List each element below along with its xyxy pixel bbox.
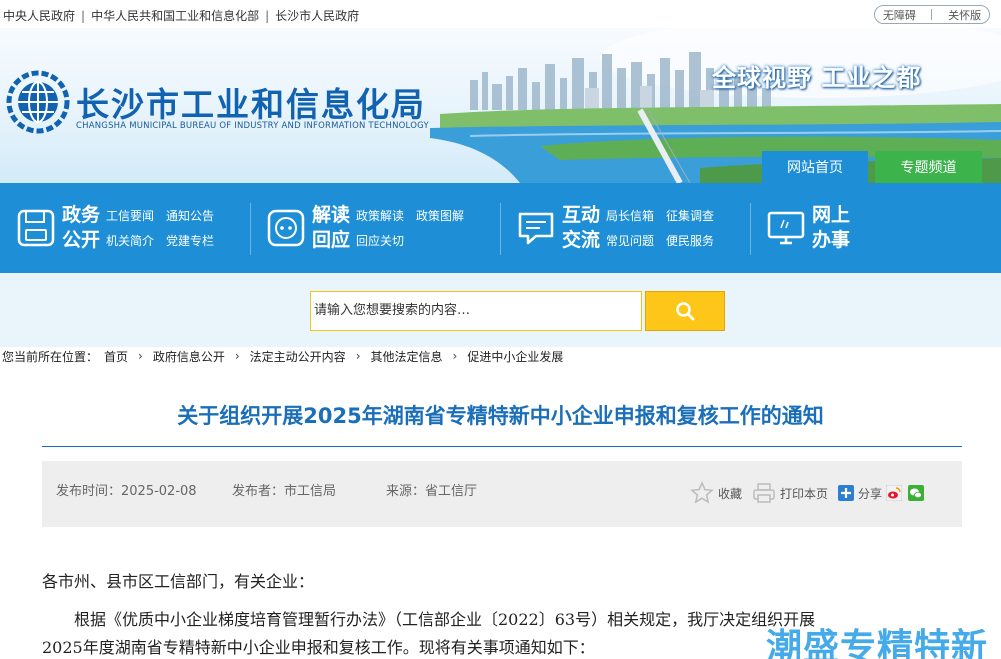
- nav-title-line1: 互动: [562, 204, 601, 226]
- nav-links-interaction: 局长信箱 征集调查 常见问题 便民服务: [606, 207, 714, 249]
- breadcrumb-gov-info[interactable]: 政府信息公开: [153, 348, 225, 365]
- weibo-icon[interactable]: [886, 485, 903, 501]
- article-info-bar: 发布时间：2025-02-08 发布者：市工信局 来源：省工信厅 收藏 打印本页…: [42, 461, 962, 527]
- slogan: 全球视野 工业之都: [712, 64, 922, 92]
- chevron-right-icon: ›: [138, 349, 143, 363]
- nav-title-line2: 公开: [62, 229, 101, 251]
- chevron-right-icon: ›: [234, 349, 240, 363]
- computer-monitor-icon: [767, 211, 805, 245]
- wechat-icon[interactable]: [908, 485, 925, 501]
- nav-title-line2: 交流: [562, 229, 601, 251]
- link-changsha-government[interactable]: 长沙市人民政府: [275, 7, 359, 24]
- tab-home[interactable]: 网站首页: [762, 151, 868, 183]
- nav-group-interaction: 互动 交流 局长信箱 征集调查 常见问题 便民服务: [516, 201, 714, 255]
- nav-link-responses[interactable]: 回应关切: [356, 232, 404, 249]
- nav-link-services[interactable]: 便民服务: [666, 232, 714, 249]
- nav-links-interpretation: 政策解读 政策图解 回应关切: [356, 207, 464, 249]
- breadcrumb-home[interactable]: 首页: [104, 348, 128, 365]
- nav-title-line2: 办事: [812, 229, 851, 251]
- accessibility-group: 无障碍 关怀版: [874, 5, 990, 24]
- nav-link-policy-interpretation[interactable]: 政策解读: [356, 207, 404, 224]
- breadcrumb-other[interactable]: 其他法定信息: [371, 348, 443, 365]
- nav-link-faq[interactable]: 常见问题: [606, 232, 654, 249]
- article-title: 关于组织开展2025年湖南省专精特新中小企业申报和复核工作的通知: [177, 404, 824, 428]
- nav-link-survey[interactable]: 征集调查: [666, 207, 714, 224]
- tab-topic[interactable]: 专题频道: [875, 151, 982, 183]
- elder-mode-button[interactable]: 关怀版: [948, 7, 981, 23]
- nav-title-line1: 网上: [812, 204, 851, 226]
- speech-dots-icon: [267, 209, 305, 247]
- search-input[interactable]: 请输入您想要搜索的内容…: [310, 291, 642, 331]
- title-divider: [42, 446, 962, 447]
- nav-title-line1: 解读: [312, 204, 351, 226]
- nav-link-party[interactable]: 党建专栏: [166, 232, 214, 249]
- breadcrumb: 您当前所在位置： 首页 › 政府信息公开 › 法定主动公开内容 › 其他法定信息…: [2, 347, 563, 365]
- breadcrumb-label: 您当前所在位置：: [2, 349, 99, 364]
- publish-time: 发布时间：2025-02-08: [56, 484, 197, 499]
- top-links: 中央人民政府 | 中华人民共和国工业和信息化部 | 长沙市人民政府: [3, 7, 359, 24]
- article-tools: 收藏 打印本页 分享: [690, 481, 928, 505]
- divider: [931, 9, 933, 20]
- nav-divider: [500, 203, 501, 255]
- breadcrumb-sme[interactable]: 促进中小企业发展: [467, 348, 563, 365]
- top-bar: 中央人民政府 | 中华人民共和国工业和信息化部 | 长沙市人民政府 无障碍 关怀…: [0, 0, 1001, 28]
- nav-link-about[interactable]: 机关简介: [106, 232, 154, 249]
- search-area: 请输入您想要搜索的内容…: [0, 273, 1001, 347]
- watermark: 潮盛专精特新: [766, 627, 989, 659]
- nav-link-empty: [416, 232, 464, 249]
- breadcrumb-statutory[interactable]: 法定主动公开内容: [250, 348, 346, 365]
- print-button[interactable]: 打印本页: [752, 481, 828, 505]
- link-central-government[interactable]: 中央人民政府: [3, 7, 75, 24]
- search-icon: [676, 302, 695, 321]
- nav-links-government: 工信要闻 通知公告 机关简介 党建专栏: [106, 207, 214, 249]
- favorite-label: 收藏: [718, 486, 743, 501]
- nav-title-government[interactable]: 政务 公开: [62, 203, 100, 253]
- nav-divider: [750, 203, 751, 255]
- nav-divider: [250, 203, 251, 255]
- bureau-logo-icon: [6, 70, 70, 134]
- share-label: 分享: [858, 486, 883, 501]
- nav-group-online-services[interactable]: 网上 办事: [766, 201, 856, 255]
- site-banner: 长沙市工业和信息化局 CHANGSHA MUNICIPAL BUREAU OF …: [0, 28, 1001, 183]
- nav-title-online[interactable]: 网上 办事: [812, 203, 850, 253]
- nav-title-line2: 回应: [312, 229, 351, 251]
- nav-title-line1: 政务: [62, 204, 101, 226]
- source: 来源：省工信厅: [386, 484, 478, 499]
- print-label: 打印本页: [780, 486, 829, 501]
- accessibility-button[interactable]: 无障碍: [883, 7, 916, 23]
- chevron-right-icon: ›: [452, 349, 458, 363]
- printer-icon: [753, 483, 775, 503]
- favorite-button[interactable]: 收藏: [690, 481, 742, 505]
- chevron-right-icon: ›: [355, 349, 361, 363]
- publisher: 发布者：市工信局: [232, 484, 337, 499]
- site-subtitle: CHANGSHA MUNICIPAL BUREAU OF INDUSTRY AN…: [76, 121, 429, 131]
- plus-share-icon: [838, 485, 855, 501]
- star-icon: [690, 481, 714, 504]
- main-nav: 政务 公开 工信要闻 通知公告 机关简介 党建专栏 解读 回应 政策解读 政策图…: [0, 183, 1001, 273]
- link-miit[interactable]: 中华人民共和国工业和信息化部: [91, 7, 259, 24]
- nav-group-government-affairs: 政务 公开 工信要闻 通知公告 机关简介 党建专栏: [16, 201, 214, 255]
- chat-bubble-icon: [518, 212, 554, 245]
- search-button[interactable]: [645, 291, 725, 331]
- site-title: 长沙市工业和信息化局: [76, 85, 426, 124]
- nav-title-interaction[interactable]: 互动 交流: [562, 203, 600, 253]
- nav-link-notices[interactable]: 通知公告: [166, 207, 214, 224]
- nav-link-news[interactable]: 工信要闻: [106, 207, 154, 224]
- salutation: 各市州、县市区工信部门，有关企业：: [42, 572, 315, 591]
- nav-group-interpretation: 解读 回应 政策解读 政策图解 回应关切: [266, 201, 464, 255]
- nav-title-interpretation[interactable]: 解读 回应: [312, 203, 350, 253]
- share-button[interactable]: 分享: [838, 485, 882, 502]
- nav-link-policy-graphics[interactable]: 政策图解: [416, 207, 464, 224]
- nav-link-director-mailbox[interactable]: 局长信箱: [606, 207, 654, 224]
- divider: |: [265, 8, 270, 23]
- divider: |: [81, 8, 86, 23]
- floppy-disk-icon: [17, 209, 55, 247]
